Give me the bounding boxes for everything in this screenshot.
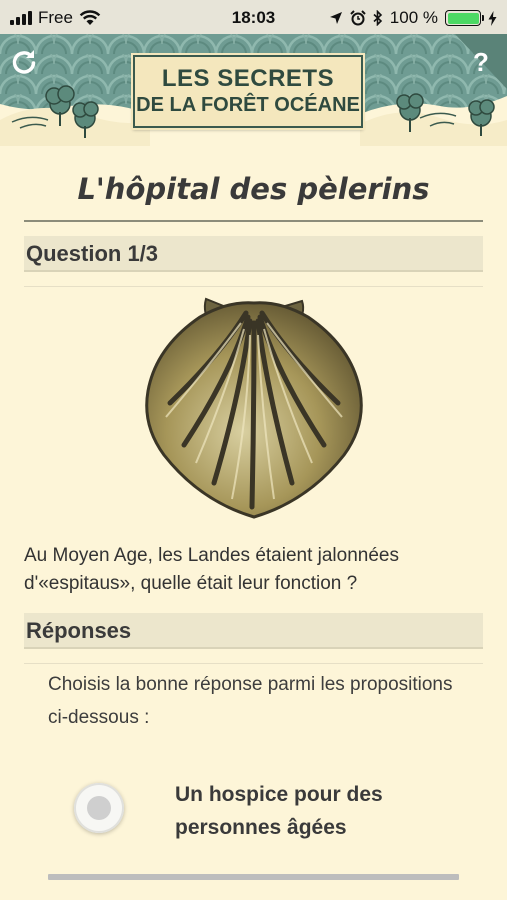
help-icon: ? [473,46,489,77]
question-text: Au Moyen Age, les Landes étaient jalonné… [24,545,399,594]
charging-icon [488,10,497,26]
battery-icon [445,10,484,26]
app-title-line1: LES SECRETS [161,65,335,92]
scallop-shell-icon [145,297,363,519]
responses-instruction: Choisis la bonne réponse parmi les propo… [48,674,453,728]
answer-label: Un hospice pour des personnes âgées [175,783,383,839]
app-title-plaque: LES SECRETS DE LA FORÊT OCÉANE [133,55,363,128]
restart-icon [12,50,36,74]
answer-option[interactable]: Un hospice pour des personnes âgées [48,770,478,850]
location-icon [329,12,342,24]
status-bar: Free 18:03 100 % [0,0,507,34]
app-title-line2: DE LA FORÊT OCÉANE [136,94,360,116]
responses-heading: Réponses [24,613,483,649]
page-title: L'hôpital des pèlerins [77,172,430,206]
question-heading: Question 1/3 [24,236,483,272]
help-button[interactable]: ? [463,44,499,80]
bluetooth-icon [373,10,382,26]
divider [24,286,483,287]
title-divider [24,220,483,222]
divider [24,663,483,664]
answer-radio[interactable] [74,783,124,833]
alarm-icon [350,10,366,26]
battery-percent: 100 % [389,8,438,27]
app-header: ? LES SECRETS DE LA FORÊT OCÉANE [0,34,507,146]
restart-button[interactable] [6,44,42,80]
answer-separator [48,874,459,880]
status-right: 100 % [329,8,497,28]
